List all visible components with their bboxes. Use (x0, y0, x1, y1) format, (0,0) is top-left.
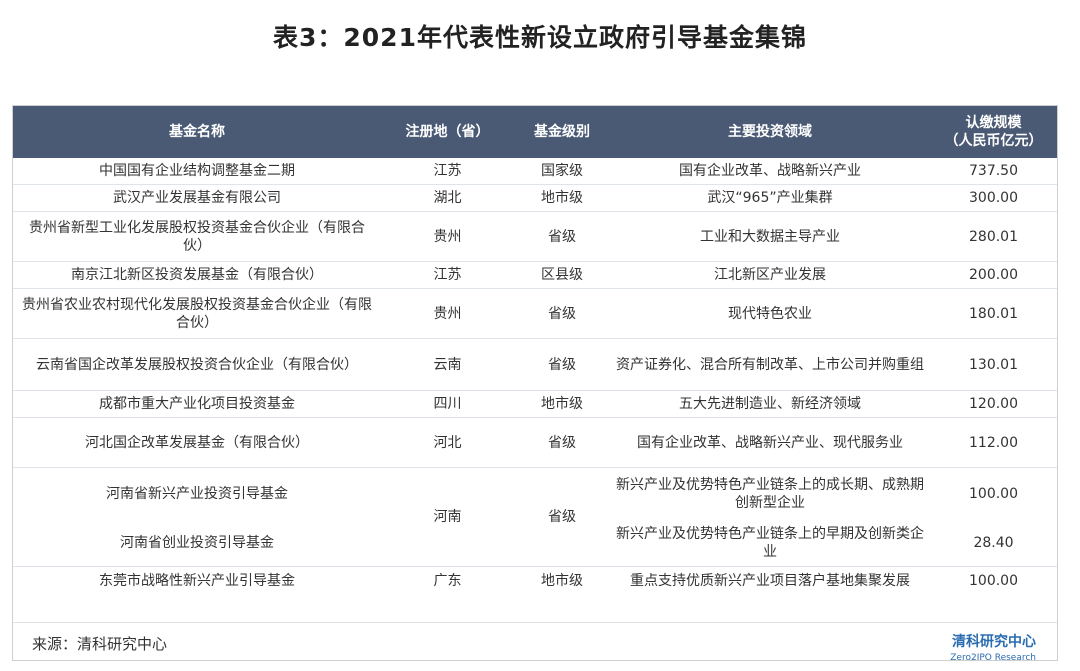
cell-scale: 130.01 (969, 356, 1018, 373)
cell-scale: 100.00 (969, 486, 1018, 502)
brand-logo: 清科研究中心 Zero2IPO Research (950, 631, 1036, 663)
cell-region: 广东 (433, 573, 462, 589)
header-region: 注册地（省） (381, 106, 514, 158)
cell-field: 江北新区产业发展 (714, 267, 826, 283)
cell-region: 贵州 (433, 228, 462, 245)
table-row: 云南省国企改革发展股权投资合伙企业（有限合伙） 云南 省级 资产证券化、混合所有… (13, 339, 1057, 391)
source-note: 来源：清科研究中心 (32, 635, 168, 653)
cell-scale: 100.00 (969, 573, 1018, 589)
cell-name: 成都市重大产业化项目投资基金 (99, 396, 295, 412)
cell-scale: 200.00 (969, 267, 1018, 283)
header-scale-line2: （人民币亿元） (944, 133, 1043, 149)
page-title: 表3：2021年代表性新设立政府引导基金集锦 (273, 23, 807, 52)
header-field: 主要投资领域 (610, 106, 930, 158)
cell-name: 南京江北新区投资发展基金（有限合伙） (71, 267, 323, 283)
cell-region: 贵州 (433, 305, 462, 322)
cell-field: 新兴产业及优势特色产业链条上的成长期、成熟期创新型企业 (616, 477, 924, 511)
table-row: 贵州省农业农村现代化发展股权投资基金合伙企业（有限合伙） 贵州 省级 现代特色农… (13, 289, 1057, 339)
logo-cn: 清科研究中心 (952, 634, 1036, 650)
cell-region: 河南 (433, 509, 462, 525)
header-level: 基金级别 (514, 106, 610, 158)
table-row: 河南省新兴产业投资引导基金 河南 省级 新兴产业及优势特色产业链条上的成长期、成… (13, 468, 1057, 525)
table-row: 东莞市战略性新兴产业引导基金 广东 地市级 重点支持优质新兴产业项目落户基地集聚… (13, 567, 1057, 596)
cell-field: 国有企业改革、战略新兴产业 (679, 163, 861, 179)
cell-scale: 300.00 (969, 190, 1018, 206)
cell-name: 贵州省新型工业化发展股权投资基金合伙企业（有限合伙） (29, 219, 365, 254)
cell-field: 资产证券化、混合所有制改革、上市公司并购重组 (616, 356, 924, 373)
table-row: 河北国企改革发展基金（有限合伙） 河北 省级 国有企业改革、战略新兴产业、现代服… (13, 418, 1057, 468)
cell-level: 地市级 (541, 573, 583, 589)
cell-level: 区县级 (541, 267, 583, 283)
cell-region: 河北 (433, 434, 462, 451)
table-row: 贵州省新型工业化发展股权投资基金合伙企业（有限合伙） 贵州 省级 工业和大数据主… (13, 212, 1057, 262)
cell-name: 贵州省农业农村现代化发展股权投资基金合伙企业（有限合伙） (22, 296, 372, 331)
cell-level: 国家级 (541, 163, 583, 179)
cell-region: 云南 (433, 356, 462, 373)
cell-field: 五大先进制造业、新经济领域 (679, 396, 861, 412)
header-scale-line1: 认缴规模 (965, 115, 1022, 131)
cell-field: 现代特色农业 (728, 305, 812, 322)
cell-name: 河南省新兴产业投资引导基金 (106, 486, 288, 502)
header-scale: 认缴规模 （人民币亿元） (930, 106, 1057, 158)
cell-level: 省级 (548, 509, 576, 525)
cell-level: 省级 (548, 434, 576, 451)
cell-field: 工业和大数据主导产业 (700, 228, 840, 245)
fund-table: 基金名称 注册地（省） 基金级别 主要投资领域 认缴规模 （人民币亿元） 中国国… (13, 106, 1057, 595)
cell-level: 省级 (548, 305, 576, 322)
table-row: 成都市重大产业化项目投资基金 四川 地市级 五大先进制造业、新经济领域 120.… (13, 391, 1057, 418)
cell-level: 省级 (548, 228, 576, 245)
cell-region: 江苏 (433, 267, 462, 283)
cell-name: 中国国有企业结构调整基金二期 (99, 163, 295, 179)
cell-level: 地市级 (541, 396, 583, 412)
footer-divider (13, 622, 1057, 623)
table-row: 南京江北新区投资发展基金（有限合伙） 江苏 区县级 江北新区产业发展 200.0… (13, 262, 1057, 289)
cell-region: 四川 (433, 396, 462, 412)
table-header-row: 基金名称 注册地（省） 基金级别 主要投资领域 认缴规模 （人民币亿元） (13, 106, 1057, 158)
cell-field: 武汉“965”产业集群 (707, 190, 833, 206)
cell-name: 云南省国企改革发展股权投资合伙企业（有限合伙） (36, 356, 358, 373)
table-row: 中国国有企业结构调整基金二期 江苏 国家级 国有企业改革、战略新兴产业 737.… (13, 158, 1057, 185)
cell-region: 江苏 (433, 163, 462, 179)
cell-scale: 120.00 (969, 396, 1018, 412)
logo-en: Zero2IPO Research (950, 653, 1036, 663)
cell-scale: 280.01 (969, 228, 1018, 245)
cell-name: 河北国企改革发展基金（有限合伙） (85, 434, 309, 451)
cell-field: 重点支持优质新兴产业项目落户基地集聚发展 (630, 573, 910, 589)
cell-field: 国有企业改革、战略新兴产业、现代服务业 (637, 434, 903, 451)
header-name: 基金名称 (13, 106, 381, 158)
cell-name: 河南省创业投资引导基金 (120, 535, 274, 551)
cell-level: 省级 (548, 356, 576, 373)
cell-scale: 112.00 (969, 434, 1018, 451)
cell-region: 湖北 (433, 190, 462, 206)
cell-level: 地市级 (541, 190, 583, 206)
table-row: 武汉产业发展基金有限公司 湖北 地市级 武汉“965”产业集群 300.00 (13, 185, 1057, 212)
cell-name: 东莞市战略性新兴产业引导基金 (99, 573, 295, 589)
cell-field: 新兴产业及优势特色产业链条上的早期及创新类企业 (616, 526, 924, 560)
cell-scale: 28.40 (973, 535, 1014, 551)
cell-name: 武汉产业发展基金有限公司 (113, 190, 281, 206)
cell-scale: 737.50 (969, 163, 1018, 179)
cell-scale: 180.01 (969, 305, 1018, 322)
